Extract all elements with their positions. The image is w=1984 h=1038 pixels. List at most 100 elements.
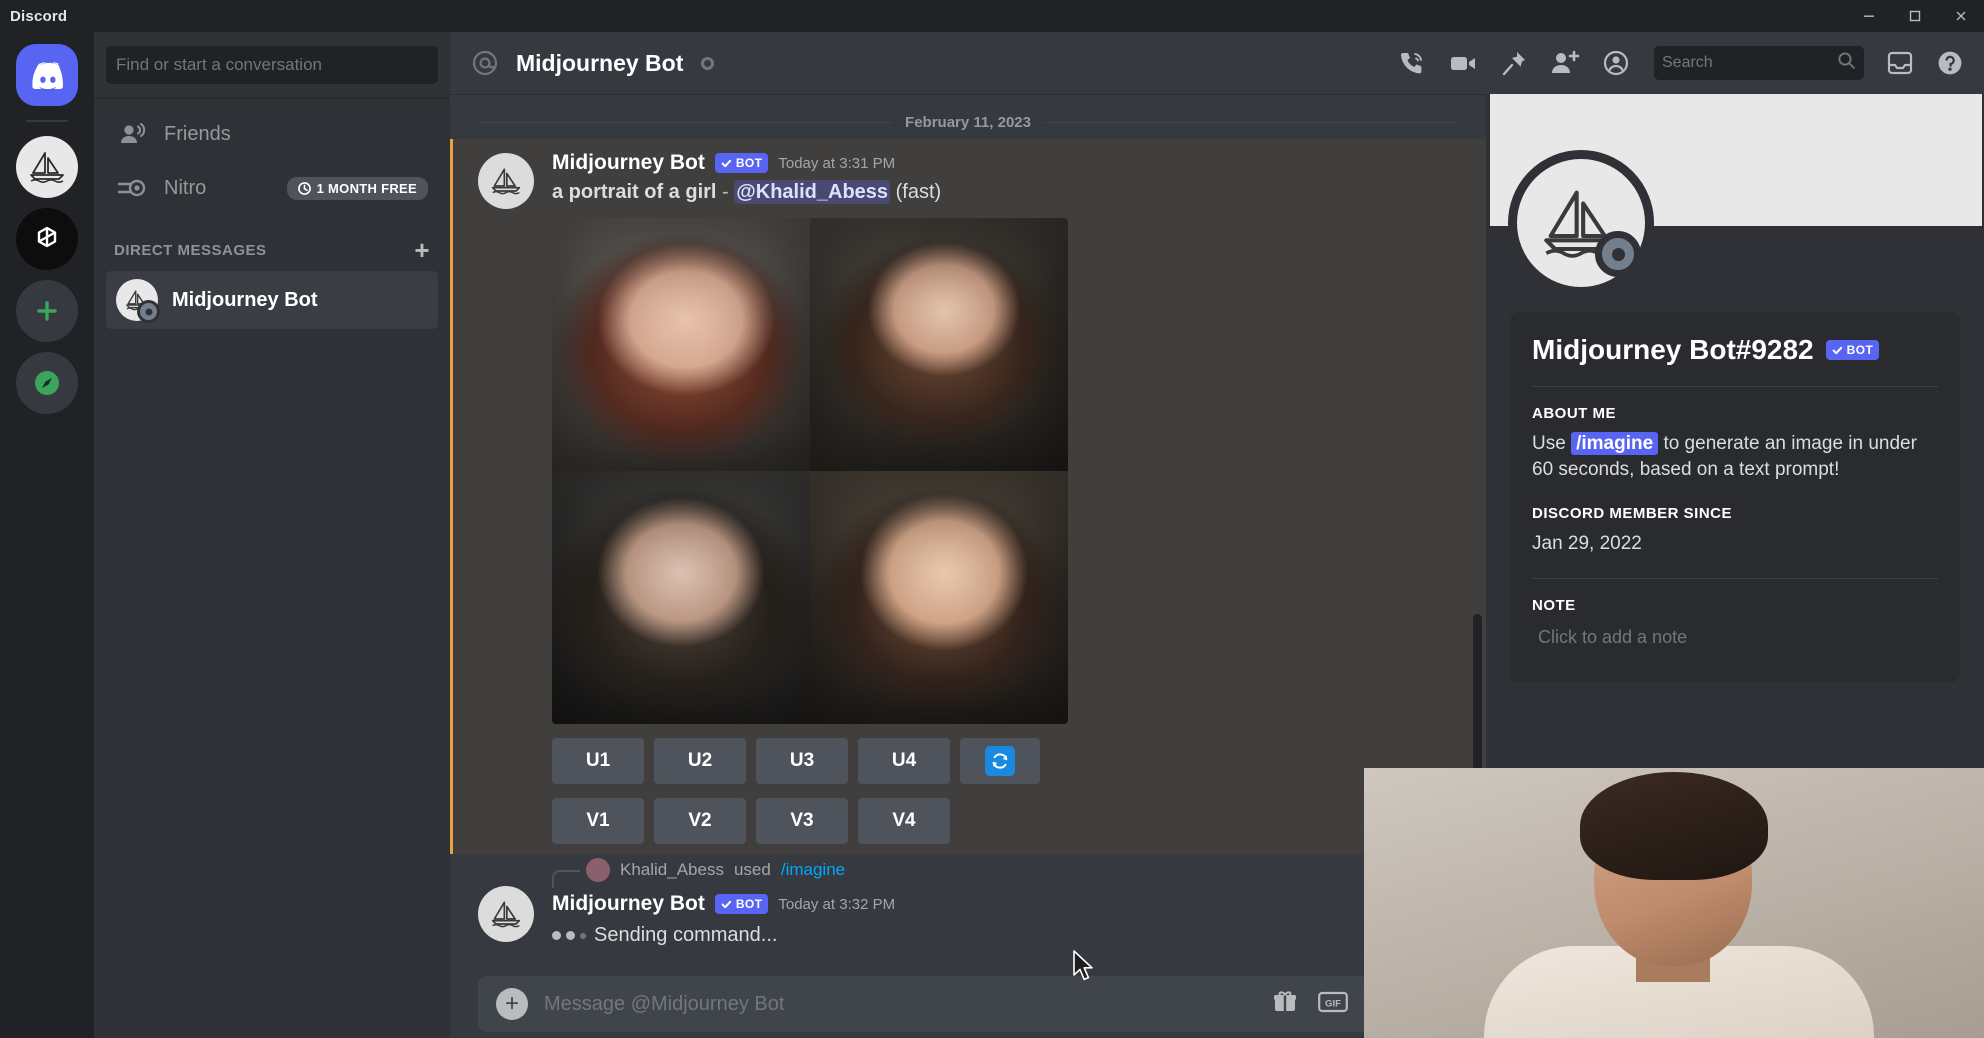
clock-icon — [298, 182, 311, 195]
variation-button-v2[interactable]: V2 — [654, 798, 746, 844]
generated-image-1[interactable] — [552, 218, 810, 471]
openai-icon — [27, 219, 67, 259]
message-author[interactable]: Midjourney Bot — [552, 892, 705, 916]
gift-icon[interactable] — [1272, 989, 1298, 1020]
avatar — [116, 279, 158, 321]
avatar[interactable] — [478, 153, 534, 209]
user-profile-icon[interactable] — [1602, 49, 1632, 77]
profile-name-row: Midjourney Bot#9282 BOT — [1532, 334, 1938, 366]
app-brand: Discord — [0, 8, 67, 25]
message-list[interactable]: February 11, 2023 Midjourney Bot — [450, 94, 1486, 976]
sidebar-item-home[interactable] — [16, 44, 78, 106]
find-conversation-input[interactable]: Find or start a conversation — [106, 46, 438, 84]
verified-check-icon — [721, 899, 732, 910]
generated-image-4[interactable] — [810, 471, 1068, 724]
slash-command-link[interactable]: /imagine — [781, 860, 845, 880]
member-since-label: DISCORD MEMBER SINCE — [1532, 505, 1938, 522]
sailboat-icon — [487, 899, 525, 929]
prompt-mode: (fast) — [896, 181, 942, 203]
bot-badge: BOT — [1826, 340, 1880, 360]
header-actions: Search — [1398, 46, 1964, 80]
sidebar-item-openai[interactable] — [16, 208, 78, 270]
sailboat-icon — [25, 149, 69, 185]
maximize-button[interactable] — [1892, 0, 1938, 32]
sidebar-item-midjourney[interactable] — [16, 136, 78, 198]
user-mention[interactable]: @Khalid_Abess — [734, 180, 890, 204]
bot-badge-label: BOT — [1847, 343, 1874, 357]
command-user[interactable]: Khalid_Abess — [620, 860, 724, 880]
verified-check-icon — [1832, 345, 1843, 356]
pin-icon[interactable] — [1500, 49, 1528, 77]
verified-check-icon — [721, 158, 732, 169]
dm-item-label: Midjourney Bot — [172, 289, 318, 312]
variation-button-row: V1 V2 V3 V4 — [552, 798, 1458, 844]
upscale-button-u2[interactable]: U2 — [654, 738, 746, 784]
video-call-icon[interactable] — [1448, 49, 1478, 77]
sidebar-divider — [94, 98, 450, 99]
variation-button-v1[interactable]: V1 — [552, 798, 644, 844]
message-prompt: a portrait of a girl - @Khalid_Abess (fa… — [552, 181, 1458, 204]
generated-image-grid[interactable] — [552, 218, 1068, 724]
message-timestamp: Today at 3:32 PM — [778, 896, 895, 913]
date-divider: February 11, 2023 — [478, 114, 1458, 131]
search-icon — [1837, 51, 1856, 75]
sidebar-item-friends-label: Friends — [164, 123, 231, 146]
sidebar-item-add-server[interactable] — [16, 280, 78, 342]
direct-messages-section: DIRECT MESSAGES + — [94, 215, 450, 271]
attach-file-icon[interactable]: + — [496, 988, 528, 1020]
search-placeholder: Search — [1662, 54, 1713, 72]
sidebar-item-friends[interactable]: Friends — [106, 107, 438, 161]
composer-inner[interactable]: + Message @Midjourney Bot — [478, 976, 1458, 1032]
variation-button-v4[interactable]: V4 — [858, 798, 950, 844]
status-offline-indicator — [701, 57, 714, 70]
avatar — [586, 858, 610, 882]
bot-badge-label: BOT — [736, 156, 763, 170]
member-since-value: Jan 29, 2022 — [1532, 531, 1938, 557]
sidebar-item-nitro[interactable]: Nitro 1 MONTH FREE — [106, 161, 438, 215]
bot-badge: BOT — [715, 153, 769, 173]
gif-icon[interactable]: GIF — [1318, 991, 1348, 1018]
note-input[interactable]: Click to add a note — [1532, 623, 1938, 652]
message-timestamp: Today at 3:31 PM — [778, 155, 895, 172]
message-author[interactable]: Midjourney Bot — [552, 151, 705, 175]
profile-card: Midjourney Bot#9282 BOT ABOUT ME Use /im… — [1510, 312, 1960, 682]
upscale-button-u3[interactable]: U3 — [756, 738, 848, 784]
dm-item-midjourney-bot[interactable]: Midjourney Bot — [106, 271, 438, 329]
refresh-icon — [985, 746, 1015, 776]
minimize-button[interactable] — [1846, 0, 1892, 32]
inbox-icon[interactable] — [1886, 49, 1914, 77]
prompt-separator: - — [722, 181, 729, 203]
help-icon[interactable] — [1936, 49, 1964, 77]
variation-button-v3[interactable]: V3 — [756, 798, 848, 844]
imagine-command-chip: /imagine — [1571, 432, 1658, 455]
chat-header: Midjourney Bot — [450, 32, 1984, 94]
mouse-cursor — [1072, 950, 1098, 989]
dm-nav: Friends Nitro 1 MONTH FREE — [94, 107, 450, 215]
message-input[interactable]: Message @Midjourney Bot — [544, 993, 1256, 1016]
avatar[interactable] — [478, 886, 534, 942]
nitro-badge-label: 1 MONTH FREE — [317, 181, 417, 196]
generated-image-2[interactable] — [810, 218, 1068, 471]
sidebar-item-nitro-label: Nitro — [164, 177, 206, 200]
avatar[interactable] — [1508, 150, 1654, 296]
add-friend-icon[interactable] — [1550, 49, 1580, 77]
about-me-section: ABOUT ME Use /imagine to generate an ima… — [1532, 405, 1938, 483]
upscale-button-u1[interactable]: U1 — [552, 738, 644, 784]
generated-image-3[interactable] — [552, 471, 810, 724]
search-input[interactable]: Search — [1654, 46, 1864, 80]
message-header: Midjourney Bot BOT Today at 3:31 PM — [552, 151, 1458, 175]
create-dm-button[interactable]: + — [414, 237, 430, 263]
sending-status-label: Sending command... — [594, 924, 777, 947]
note-label: NOTE — [1532, 597, 1938, 614]
upscale-button-u4[interactable]: U4 — [858, 738, 950, 784]
voice-call-icon[interactable] — [1398, 49, 1426, 77]
reroll-button[interactable] — [960, 738, 1040, 784]
close-button[interactable] — [1938, 0, 1984, 32]
compass-icon — [30, 366, 64, 400]
titlebar: Discord — [0, 0, 1984, 32]
nitro-badge: 1 MONTH FREE — [287, 177, 428, 200]
status-offline-indicator — [1595, 231, 1641, 277]
sidebar-item-explore[interactable] — [16, 352, 78, 414]
discord-icon — [29, 61, 65, 89]
profile-divider — [1532, 386, 1938, 387]
